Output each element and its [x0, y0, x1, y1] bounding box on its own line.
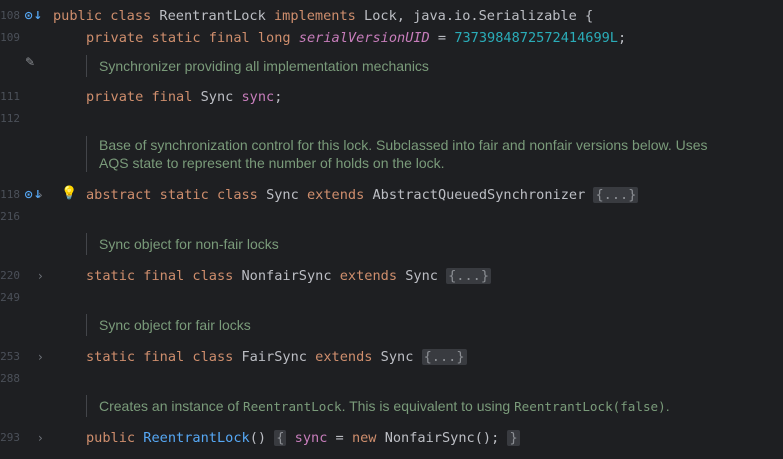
code-line-288[interactable]: 288 [0, 368, 783, 390]
line-number: 293 [0, 431, 20, 444]
code-text: static final class NonfairSync extends S… [86, 268, 492, 284]
code-line-253[interactable]: 253 › static final class FairSync extend… [0, 346, 783, 368]
doc-comment: Synchronizer providing all implementatio… [86, 55, 429, 77]
pencil-icon[interactable]: ✎ [25, 55, 35, 69]
chevron-right-icon[interactable]: › [38, 184, 43, 206]
code-editor[interactable]: 108 ⊙↓ public class ReentrantLock implem… [0, 0, 783, 459]
line-number: 253 [0, 350, 20, 363]
chevron-right-icon[interactable]: › [38, 265, 43, 287]
folded-region[interactable]: {...} [446, 268, 492, 284]
chevron-right-icon[interactable]: › [38, 346, 43, 368]
folded-region[interactable]: } [507, 430, 520, 446]
code-line-108[interactable]: 108 ⊙↓ public class ReentrantLock implem… [0, 5, 783, 27]
code-line-293[interactable]: 293 › public ReentrantLock() { sync = ne… [0, 427, 783, 449]
line-number: 111 [0, 90, 20, 103]
line-number: 109 [0, 31, 20, 44]
code-line-112[interactable]: 112 [0, 108, 783, 130]
doc-comment: Creates an instance of ReentrantLock. Th… [86, 395, 670, 417]
doc-comment: Sync object for non-fair locks [86, 233, 279, 255]
line-number: 118 [0, 188, 20, 201]
code-line-220[interactable]: 220 › static final class NonfairSync ext… [0, 265, 783, 287]
code-text: public class ReentrantLock implements Lo… [53, 8, 594, 24]
folded-region[interactable]: {...} [593, 187, 639, 203]
code-text: public ReentrantLock() { sync = new Nonf… [86, 430, 520, 446]
chevron-right-icon[interactable]: › [38, 427, 43, 449]
line-number: 216 [0, 210, 20, 223]
code-line-111[interactable]: 111 private final Sync sync; [0, 86, 783, 108]
line-number: 288 [0, 372, 20, 385]
code-text: private static final long serialVersionU… [86, 30, 627, 46]
code-line-109[interactable]: 109 private static final long serialVers… [0, 27, 783, 49]
code-text: abstract static class Sync extends Abstr… [86, 187, 639, 203]
code-text: private final Sync sync; [86, 89, 283, 105]
folded-region[interactable]: { [274, 430, 287, 446]
code-line-249[interactable]: 249 [0, 287, 783, 309]
code-line-216[interactable]: 216 [0, 206, 783, 228]
code-line-118[interactable]: 118 ⊙↓ › abstract static class Sync exte… [0, 184, 783, 206]
folded-region[interactable]: {...} [421, 349, 467, 365]
lightbulb-icon[interactable]: 💡 [61, 186, 77, 201]
line-number: 220 [0, 269, 20, 282]
doc-comment: Sync object for fair locks [86, 314, 251, 336]
line-number: 112 [0, 112, 20, 125]
implemented-by-icon[interactable]: ⊙↓ [24, 5, 42, 27]
line-number: 249 [0, 291, 20, 304]
code-text: static final class FairSync extends Sync… [86, 349, 467, 365]
doc-comment: Base of synchronization control for this… [86, 136, 719, 172]
line-number: 108 [0, 9, 20, 22]
